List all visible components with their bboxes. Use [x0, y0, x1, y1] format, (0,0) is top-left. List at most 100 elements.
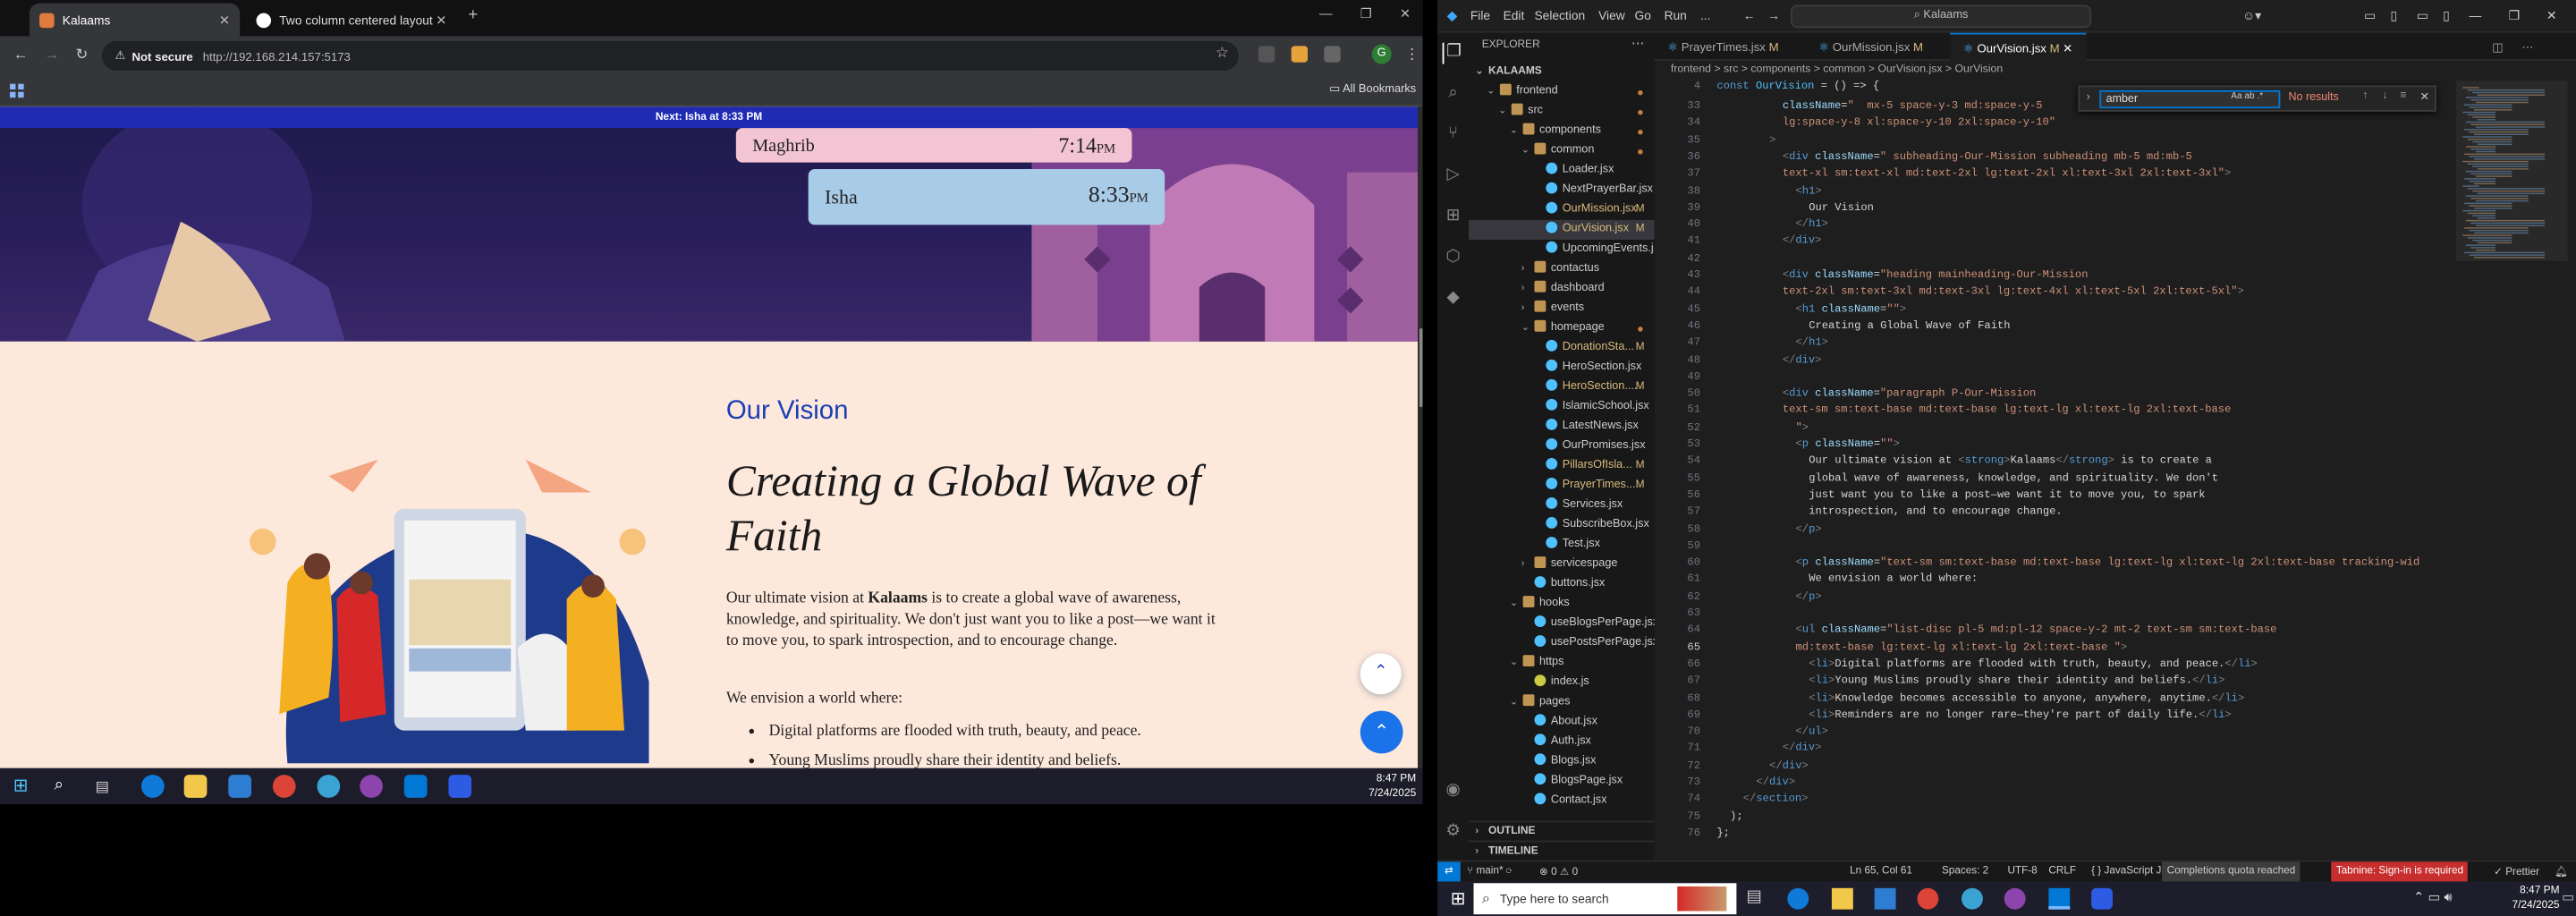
task-view-icon[interactable]: ▤	[96, 775, 119, 798]
notification-icon[interactable]: ▭	[2562, 890, 2574, 905]
github-desktop-icon[interactable]	[360, 775, 383, 798]
git-branch[interactable]: ⑂ main* ⟳	[1467, 865, 1513, 877]
code-line[interactable]: <h1>	[1796, 184, 1822, 196]
code-line[interactable]: </ul>	[1796, 725, 1828, 737]
extensions-puzzle-icon[interactable]	[1324, 46, 1341, 63]
edge-icon[interactable]	[140, 775, 165, 798]
cursor-position[interactable]: Ln 65, Col 61	[1850, 865, 1912, 877]
back-icon[interactable]: ←	[13, 46, 29, 62]
code-line[interactable]: </div>	[1783, 235, 1822, 247]
vscode-icon[interactable]	[403, 775, 428, 798]
close-find-icon[interactable]: ✕	[2419, 90, 2428, 104]
nav-back-icon[interactable]: ←	[1743, 8, 1756, 23]
code-line[interactable]: <li>Reminders are no longer rare—they're…	[1809, 708, 2232, 720]
nav-forward-icon[interactable]: →	[1767, 8, 1780, 23]
code-line[interactable]: lg:space-y-8 xl:space-y-10 2xl:space-y-1…	[1783, 117, 2055, 129]
code-line[interactable]: Our ultimate vision at <strong>Kalaams</…	[1809, 455, 2212, 467]
github-desktop-icon[interactable]	[2004, 887, 2026, 910]
code-line[interactable]: </p>	[1796, 522, 1822, 534]
code-line[interactable]: ">	[1796, 421, 1809, 433]
file-item[interactable]: About.jsx	[1469, 712, 1655, 732]
sticky-scroll-line[interactable]: const OurVision = () => {	[1716, 81, 1879, 92]
folder-item[interactable]: ⌄ https	[1469, 653, 1655, 673]
folder-item[interactable]: ⌄ pages	[1469, 692, 1655, 712]
code-line[interactable]: <li>Digital platforms are flooded with t…	[1809, 658, 2258, 670]
file-item[interactable]: NextPrayerBar.jsx	[1469, 181, 1655, 200]
minimize-icon[interactable]: —	[1319, 6, 1333, 21]
folder-item[interactable]: › servicespage	[1469, 555, 1655, 574]
new-tab-icon[interactable]: +	[468, 6, 478, 24]
code-line[interactable]: </section>	[1743, 793, 1809, 805]
copilot-quota[interactable]: Completions quota reached	[2162, 861, 2301, 882]
file-item[interactable]: Contact.jsx	[1469, 792, 1655, 811]
browser-tab-kalaams[interactable]: Kalaams ✕	[30, 3, 241, 37]
app-icon[interactable]	[317, 775, 341, 798]
extension-icon[interactable]	[1291, 46, 1309, 63]
file-item[interactable]: OurVision.jsx M	[1469, 219, 1655, 240]
close-tab-icon[interactable]: ✕	[436, 13, 446, 28]
maximize-icon[interactable]: ❐	[2509, 8, 2520, 23]
file-item[interactable]: UpcomingEvents.jsx	[1469, 240, 1655, 259]
explorer-more-icon[interactable]: ⋯	[1631, 36, 1645, 51]
file-item[interactable]: HeroSection.... M	[1469, 377, 1655, 397]
folder-item[interactable]: ⌄ common	[1469, 141, 1655, 161]
next-match-icon[interactable]: ↓	[2382, 90, 2387, 102]
menu-go[interactable]: Go	[1635, 8, 1651, 23]
code-line[interactable]: text-2xl sm:text-3xl md:text-3xl lg:text…	[1783, 286, 2244, 298]
code-line[interactable]: just want you to like a post—we want it …	[1809, 489, 2205, 501]
menu-edit[interactable]: Edit	[1504, 8, 1525, 23]
folder-item[interactable]: ⌄ frontend	[1469, 82, 1655, 102]
file-item[interactable]: SubscribeBox.jsx	[1469, 515, 1655, 535]
remote-icon[interactable]: ⬡	[1443, 248, 1464, 269]
file-item[interactable]: Services.jsx	[1469, 496, 1655, 515]
file-item[interactable]: Test.jsx	[1469, 535, 1655, 555]
file-item[interactable]: LatestNews.jsx	[1469, 417, 1655, 437]
file-item[interactable]: Blogs.jsx	[1469, 751, 1655, 771]
minimap[interactable]	[2455, 80, 2568, 861]
file-item[interactable]: OurMission.jsx M	[1469, 200, 1655, 220]
code-line[interactable]: global wave of awareness, knowledge, and…	[1809, 472, 2218, 484]
code-line[interactable]: <p className="text-sm sm:text-base md:te…	[1796, 556, 2420, 568]
file-item[interactable]: usePostsPerPage.jsx	[1469, 633, 1655, 653]
file-item[interactable]: buttons.jsx	[1469, 574, 1655, 594]
maximize-icon[interactable]: ❐	[1360, 6, 1372, 21]
all-bookmarks[interactable]: ▭ All Bookmarks	[1329, 82, 1416, 96]
page-scrollbar-thumb[interactable]	[1419, 328, 1423, 408]
panel-toggle-icon[interactable]: ▭	[2417, 8, 2428, 23]
tabnine-status[interactable]: Tabnine: Sign-in is required	[2331, 861, 2469, 882]
match-case-icon[interactable]: Aa ab .*	[2231, 92, 2263, 102]
code-line[interactable]: Creating a Global Wave of Faith	[1809, 320, 2010, 332]
file-item[interactable]: HeroSection.jsx	[1469, 358, 1655, 377]
menu-run[interactable]: Run	[1665, 8, 1687, 23]
folder-item[interactable]: ⌄ components	[1469, 122, 1655, 141]
editor-tab-ourvision[interactable]: ⚛ OurVision.jsx M ✕	[1950, 32, 2087, 61]
code-line[interactable]: <ul className="list-disc pl-5 md:pl-12 s…	[1796, 624, 2277, 636]
code-line[interactable]: <li>Young Muslims proudly share their id…	[1809, 675, 2224, 687]
close-tab-icon[interactable]: ✕	[219, 13, 230, 28]
file-item[interactable]: PrayerTimes.... M	[1469, 476, 1655, 496]
code-line[interactable]: text-xl sm:text-xl md:text-2xl lg:text-2…	[1783, 168, 2232, 180]
explorer-icon[interactable]: ❐	[1442, 42, 1464, 64]
code-line[interactable]: <h1 className="">	[1796, 303, 1907, 315]
folder-item[interactable]: › contactus	[1469, 259, 1655, 279]
browser-tab-layout[interactable]: Two column centered layout ✕	[247, 4, 457, 37]
close-window-icon[interactable]: ✕	[2546, 8, 2557, 23]
tray-icons[interactable]: ⌃ ▭ 🔊︎	[2413, 890, 2453, 906]
code-line[interactable]: </p>	[1796, 590, 1822, 602]
remote-indicator-icon[interactable]: ⇄	[1437, 861, 1461, 882]
code-line[interactable]: className=" mx-5 space-y-3 md:space-y-5	[1783, 100, 2043, 112]
workspace-root[interactable]: ⌄ KALAAMS	[1469, 63, 1655, 82]
encoding[interactable]: UTF-8	[2007, 865, 2037, 877]
code-line[interactable]: };	[1716, 827, 1730, 839]
file-item[interactable]: OurPromises.jsx	[1469, 437, 1655, 456]
close-window-icon[interactable]: ✕	[1400, 6, 1411, 21]
code-line[interactable]: </div>	[1769, 759, 1809, 771]
editor-more-icon[interactable]: ⋯	[2521, 33, 2533, 61]
file-explorer-icon[interactable]	[183, 775, 208, 798]
bookmark-star-icon[interactable]: ☆	[1216, 45, 1229, 63]
editor-tab-prayertimes[interactable]: ⚛ PrayerTimes.jsx M	[1655, 33, 1792, 61]
code-line[interactable]: </div>	[1783, 353, 1822, 365]
edge-icon[interactable]	[1787, 887, 1809, 910]
profile-avatar[interactable]: G	[1371, 44, 1392, 64]
file-item[interactable]: Auth.jsx	[1469, 732, 1655, 751]
